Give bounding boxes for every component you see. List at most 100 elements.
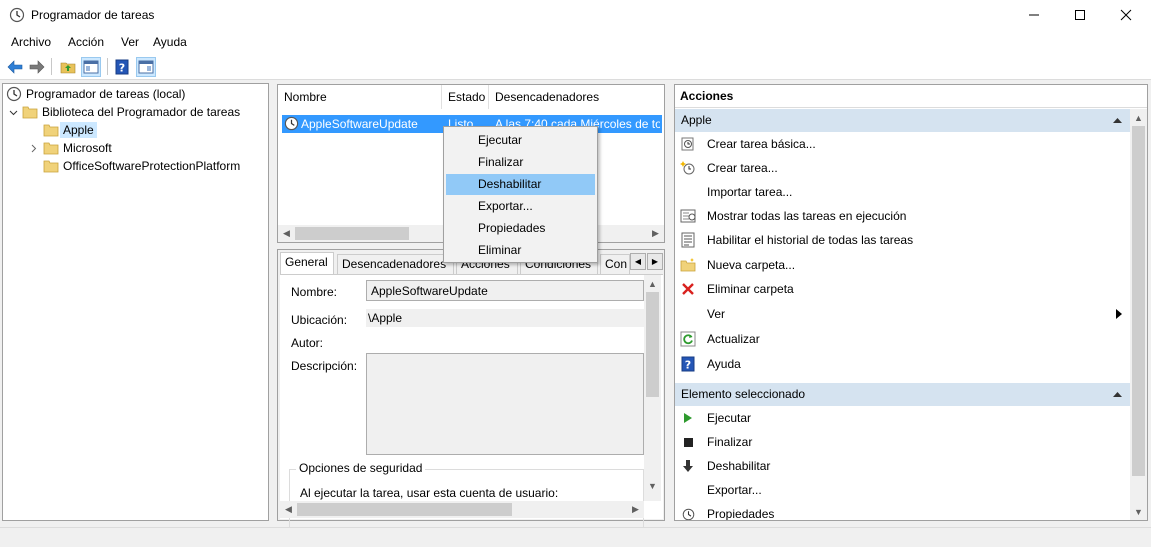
close-icon	[1120, 9, 1132, 21]
maximize-button[interactable]	[1057, 0, 1103, 30]
view-icon	[680, 306, 696, 322]
help-button[interactable]: ?	[112, 57, 132, 77]
scroll-up-icon[interactable]: ▲	[1130, 109, 1147, 126]
vertical-scrollbar[interactable]: ▲ ▼	[644, 275, 661, 501]
folder-icon	[43, 142, 59, 155]
export-icon	[680, 482, 696, 498]
section-title: Apple	[681, 113, 712, 127]
forward-button[interactable]	[27, 57, 47, 77]
scrollbar-thumb[interactable]	[1132, 126, 1145, 476]
scroll-left-icon[interactable]: ◀	[278, 225, 295, 242]
scroll-down-icon[interactable]: ▼	[1130, 503, 1147, 520]
name-label: Nombre:	[291, 285, 338, 299]
tab-general[interactable]: General	[280, 252, 334, 274]
context-menu-run[interactable]: Ejecutar	[446, 130, 595, 151]
task-name: AppleSoftwareUpdate	[301, 117, 418, 131]
help-icon: ?	[115, 59, 129, 75]
description-label: Descripción:	[291, 359, 358, 373]
menu-archivo[interactable]: Archivo	[11, 35, 51, 49]
back-button[interactable]	[5, 57, 25, 77]
tree-item-label: Microsoft	[63, 141, 112, 155]
tree-item-root[interactable]: Programador de tareas (local)	[6, 85, 185, 103]
context-menu-properties[interactable]: Propiedades	[446, 218, 595, 239]
tree-item-label: Biblioteca del Programador de tareas	[42, 105, 241, 119]
action-export[interactable]: Exportar...	[675, 478, 1125, 502]
action-create-basic-task[interactable]: Crear tarea básica...	[675, 132, 1125, 156]
up-folder-button[interactable]	[58, 57, 78, 77]
tab-settings[interactable]: Con	[600, 254, 630, 274]
action-label: Crear tarea básica...	[707, 137, 816, 151]
chevron-right-icon[interactable]	[29, 144, 38, 153]
action-import-task[interactable]: Importar tarea...	[675, 180, 1125, 204]
stop-icon	[680, 434, 696, 450]
action-disable[interactable]: Deshabilitar	[675, 454, 1125, 478]
action-enable-history[interactable]: Habilitar el historial de todas las tare…	[675, 228, 1125, 252]
action-new-folder[interactable]: Nueva carpeta...	[675, 253, 1125, 277]
action-refresh[interactable]: Actualizar	[675, 327, 1125, 351]
action-help[interactable]: ? Ayuda	[675, 352, 1125, 376]
action-view[interactable]: Ver	[675, 302, 1125, 326]
scroll-left-icon[interactable]: ◀	[280, 501, 297, 518]
play-icon	[680, 410, 696, 426]
description-field[interactable]	[366, 353, 644, 455]
action-end[interactable]: Finalizar	[675, 430, 1125, 454]
name-field[interactable]: AppleSoftwareUpdate	[366, 280, 644, 301]
action-label: Crear tarea...	[707, 161, 778, 175]
console-tree-icon	[83, 60, 99, 74]
action-show-running-tasks[interactable]: Mostrar todas las tareas en ejecución	[675, 204, 1125, 228]
tree-item-microsoft[interactable]: Microsoft	[29, 139, 112, 157]
action-create-task[interactable]: Crear tarea...	[675, 156, 1125, 180]
submenu-arrow-icon	[1116, 309, 1122, 319]
tree-item-library[interactable]: Biblioteca del Programador de tareas	[9, 103, 240, 121]
show-hide-action-pane-button[interactable]	[136, 57, 156, 77]
vertical-scrollbar[interactable]: ▲ ▼	[1130, 109, 1147, 520]
scroll-right-icon[interactable]: ▶	[627, 501, 644, 518]
action-label: Nueva carpeta...	[707, 258, 796, 272]
refresh-icon	[680, 331, 696, 347]
scrollbar-thumb[interactable]	[295, 227, 409, 240]
action-properties[interactable]: Propiedades	[675, 502, 1125, 520]
column-header-status[interactable]: Estado	[442, 85, 489, 109]
context-menu-disable[interactable]: Deshabilitar	[446, 174, 595, 195]
minimize-icon	[1029, 14, 1039, 16]
chevron-up-icon[interactable]	[1113, 391, 1122, 397]
minimize-button[interactable]	[1011, 0, 1057, 30]
tab-triggers[interactable]: Desencadenadores	[337, 254, 454, 274]
menu-ver[interactable]: Ver	[121, 35, 139, 49]
arrow-left-icon	[7, 60, 23, 74]
action-run[interactable]: Ejecutar	[675, 406, 1125, 430]
tree-item-label: Apple	[60, 122, 97, 138]
tab-scroll-right-icon[interactable]: ▶	[647, 253, 663, 270]
tab-scroll-left-icon[interactable]: ◀	[630, 253, 646, 270]
action-label: Deshabilitar	[707, 459, 771, 473]
close-button[interactable]	[1103, 0, 1149, 30]
console-tree: Programador de tareas (local) Biblioteca…	[2, 83, 269, 521]
folder-icon	[22, 106, 38, 119]
menu-ayuda[interactable]: Ayuda	[153, 35, 187, 49]
action-label: Ver	[707, 307, 726, 321]
folder-up-icon	[60, 62, 76, 74]
section-header-apple[interactable]: Apple	[675, 109, 1130, 132]
actions-title: Acciones	[675, 85, 1147, 108]
menu-accion[interactable]: Acción	[68, 35, 104, 49]
column-header-triggers[interactable]: Desencadenadores	[489, 85, 664, 109]
scroll-right-icon[interactable]: ▶	[647, 225, 664, 242]
tree-item-office[interactable]: OfficeSoftwareProtectionPlatform	[43, 157, 240, 175]
scrollbar-thumb[interactable]	[646, 292, 659, 397]
show-hide-console-tree-button[interactable]	[81, 57, 101, 77]
history-icon	[680, 232, 696, 248]
chevron-up-icon[interactable]	[1113, 117, 1122, 123]
scrollbar-thumb[interactable]	[297, 503, 512, 516]
column-header-name[interactable]: Nombre	[278, 85, 442, 109]
scroll-up-icon[interactable]: ▲	[644, 275, 661, 292]
context-menu-export[interactable]: Exportar...	[446, 196, 595, 217]
context-menu-delete[interactable]: Eliminar	[446, 240, 595, 261]
action-delete-folder[interactable]: Eliminar carpeta	[675, 277, 1125, 301]
context-menu-end[interactable]: Finalizar	[446, 152, 595, 173]
horizontal-scrollbar[interactable]: ◀ ▶	[280, 501, 644, 518]
tree-item-apple[interactable]: Apple	[43, 121, 97, 139]
folder-icon	[43, 124, 59, 137]
chevron-down-icon[interactable]	[9, 108, 18, 117]
section-header-selected-item[interactable]: Elemento seleccionado	[675, 383, 1130, 406]
scroll-down-icon[interactable]: ▼	[644, 477, 661, 494]
